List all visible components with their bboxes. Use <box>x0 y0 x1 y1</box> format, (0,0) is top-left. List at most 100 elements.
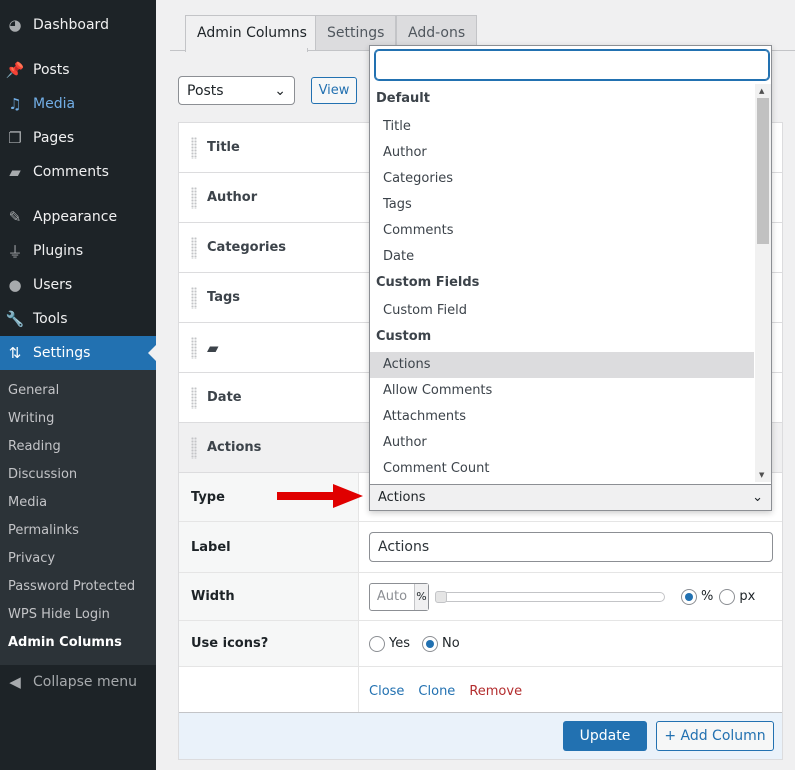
width-placeholder: Auto <box>376 589 408 604</box>
sidebar-item-label: Plugins <box>33 243 84 259</box>
yes-label: Yes <box>389 636 410 651</box>
dropdown-option[interactable]: Author <box>370 140 754 166</box>
collapse-menu-button[interactable]: ◀ Collapse menu <box>0 665 156 699</box>
drag-handle-icon[interactable] <box>191 386 197 409</box>
remove-link[interactable]: Remove <box>469 684 522 699</box>
column-label: Title <box>207 140 240 155</box>
sidebar-item-posts[interactable]: 📌 Posts <box>0 53 156 87</box>
comment-icon: ▰ <box>9 163 21 181</box>
option-group-label: Default <box>376 91 430 106</box>
column-label: Author <box>207 190 258 205</box>
sidebar-item-label: Media <box>33 96 76 112</box>
setting-width: Width Auto% % px <box>179 573 782 621</box>
sidebar-item-tools[interactable]: 🔧 Tools <box>0 302 156 336</box>
no-label: No <box>442 636 460 651</box>
sidebar-item-label: Dashboard <box>33 17 109 33</box>
sidebar-item-settings[interactable]: ⇅ Settings <box>0 336 156 370</box>
dropdown-option[interactable]: Comment Count <box>370 456 754 482</box>
submenu-item[interactable]: Password Protected <box>8 579 135 594</box>
column-label: Actions <box>207 440 262 455</box>
label-label: Label <box>179 522 359 572</box>
update-button[interactable]: Update <box>563 721 647 751</box>
collapse-label: Collapse menu <box>33 674 137 690</box>
submenu-item[interactable]: WPS Hide Login <box>8 607 110 622</box>
dropdown-scrollbar[interactable]: ▲ ▼ <box>755 84 771 482</box>
type-dropdown: Default Title Author Categories Tags Comments… <box>369 45 772 511</box>
setting-label: Label Actions <box>179 522 782 573</box>
sidebar-item-label: Appearance <box>33 209 118 225</box>
submenu-item[interactable]: Writing <box>8 411 54 426</box>
drag-handle-icon[interactable] <box>191 286 197 309</box>
dropdown-option[interactable]: Title <box>370 114 754 140</box>
submenu-item[interactable]: Permalinks <box>8 523 79 538</box>
drag-handle-icon[interactable] <box>191 136 197 159</box>
post-type-select[interactable]: Posts ⌄ <box>178 76 295 105</box>
media-icon: ♫ <box>8 95 22 113</box>
submenu-item[interactable]: Admin Columns <box>8 635 122 650</box>
sidebar-item-comments[interactable]: ▰ Comments <box>0 155 156 189</box>
width-slider[interactable] <box>435 590 665 603</box>
dropdown-option[interactable]: Author <box>370 430 754 456</box>
dropdown-search-input[interactable] <box>375 50 769 80</box>
submenu-item[interactable]: Media <box>8 495 47 510</box>
yes-radio[interactable] <box>369 635 385 652</box>
submenu-item[interactable]: Privacy <box>8 551 55 566</box>
sidebar-item-appearance[interactable]: ✎ Appearance <box>0 200 156 234</box>
drag-handle-icon[interactable] <box>191 236 197 259</box>
chevron-down-icon: ⌄ <box>274 82 286 99</box>
column-label: Date <box>207 390 242 405</box>
type-select-value: Actions <box>378 490 426 505</box>
user-icon: ● <box>8 276 22 294</box>
dropdown-option[interactable]: Attachments <box>370 404 754 430</box>
sidebar-item-dashboard[interactable]: ◕ Dashboard <box>0 8 156 42</box>
column-label: Categories <box>207 240 287 255</box>
scrollbar-thumb[interactable] <box>757 98 769 244</box>
label-input[interactable]: Actions <box>369 532 773 562</box>
dropdown-option[interactable]: Categories <box>370 166 754 192</box>
column-actions: Close Clone Remove <box>179 667 782 713</box>
unit-px-radio[interactable] <box>719 588 736 605</box>
scroll-down-icon[interactable]: ▼ <box>759 471 764 479</box>
dropdown-option[interactable]: Date <box>370 244 754 270</box>
no-radio[interactable] <box>422 635 438 652</box>
drag-handle-icon[interactable] <box>191 186 197 209</box>
drag-handle-icon[interactable] <box>191 336 197 359</box>
sidebar-item-label: Users <box>33 277 73 293</box>
add-column-button[interactable]: + Add Column <box>656 721 774 751</box>
sidebar-item-pages[interactable]: ❐ Pages <box>0 121 156 155</box>
width-input[interactable]: Auto% <box>369 582 429 611</box>
dashboard-icon: ◕ <box>8 16 22 34</box>
dropdown-option[interactable]: Tags <box>370 192 754 218</box>
width-unit: % <box>414 583 428 610</box>
sidebar-item-users[interactable]: ● Users <box>0 268 156 302</box>
sidebar-item-plugins[interactable]: ⏚ Plugins <box>0 234 156 268</box>
post-type-value: Posts <box>187 82 224 99</box>
type-select[interactable]: Actions ⌄ <box>370 484 771 510</box>
option-group-label: Custom <box>376 329 432 344</box>
comment-icon: ▰ <box>207 338 219 357</box>
setting-use-icons: Use icons? Yes No <box>179 621 782 667</box>
collapse-icon: ◀ <box>9 673 21 691</box>
tab-admin-columns[interactable]: Admin Columns <box>185 15 319 51</box>
dropdown-option[interactable]: Comments <box>370 218 754 244</box>
submenu-item[interactable]: Discussion <box>8 467 77 482</box>
clone-link[interactable]: Clone <box>418 684 455 699</box>
sidebar-item-media[interactable]: ♫ Media <box>0 87 156 121</box>
drag-handle-icon[interactable] <box>191 436 197 459</box>
wrench-icon: 🔧 <box>5 310 25 328</box>
unit-percent-radio[interactable] <box>681 588 697 605</box>
submenu-item[interactable]: General <box>8 383 59 398</box>
view-button[interactable]: View <box>311 77 357 104</box>
close-link[interactable]: Close <box>369 684 404 699</box>
sidebar-item-label: Posts <box>33 62 70 78</box>
dropdown-option[interactable]: Allow Comments <box>370 378 754 404</box>
slider-handle[interactable] <box>435 590 447 603</box>
scroll-up-icon[interactable]: ▲ <box>759 87 764 95</box>
pin-icon: 📌 <box>5 61 25 79</box>
dropdown-option[interactable]: Actions <box>370 352 754 378</box>
pages-icon: ❐ <box>8 129 22 147</box>
width-label: Width <box>179 573 359 620</box>
submenu-item[interactable]: Reading <box>8 439 61 454</box>
red-arrow-annotation <box>277 484 363 508</box>
dropdown-option[interactable]: Custom Field <box>370 298 754 324</box>
